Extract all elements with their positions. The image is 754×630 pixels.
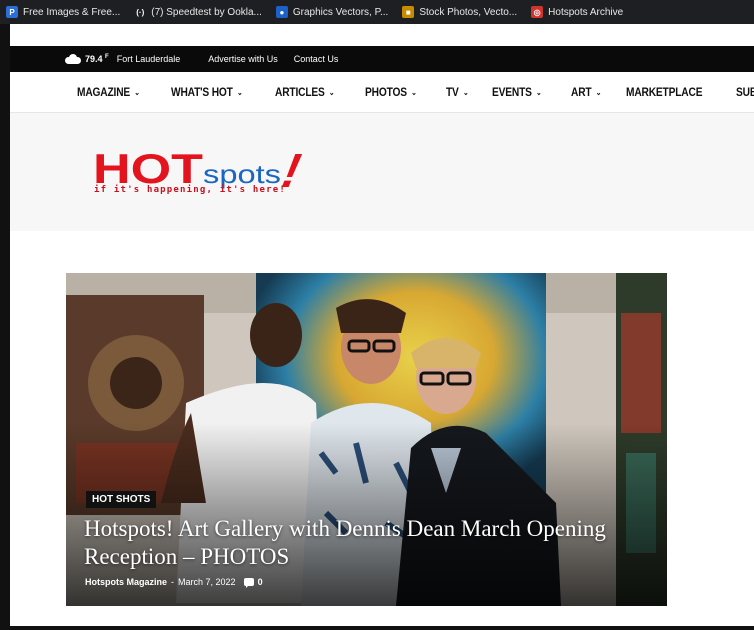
article-headline[interactable]: Hotspots! Art Gallery with Dennis Dean M… bbox=[84, 515, 644, 571]
site-top-bar: 79.4 F Fort Lauderdale Advertise with Us… bbox=[10, 46, 754, 72]
bookmarks-bar: P Free Images & Free... (·) (7) Speedtest b… bbox=[0, 0, 754, 24]
hotspots-logo[interactable]: HOT spots ! bbox=[93, 145, 353, 205]
bookmark-label: (7) Speedtest by Ookla... bbox=[151, 6, 262, 18]
nav-item-label: SUBSCRIBE bbox=[735, 85, 754, 99]
nav-item-articles[interactable]: ARTICLES ⌄ bbox=[275, 85, 335, 99]
comment-icon bbox=[243, 578, 254, 588]
nav-item-photos[interactable]: PHOTOS ⌄ bbox=[365, 85, 417, 99]
comment-count[interactable]: 0 bbox=[258, 577, 263, 587]
shutterstock-icon: ■ bbox=[402, 6, 415, 18]
chevron-down-icon: ⌄ bbox=[462, 87, 469, 97]
nav-item-label: MAGAZINE bbox=[77, 85, 131, 99]
featured-article[interactable]: HOT SHOTS Hotspots! Art Gallery with Den… bbox=[66, 273, 667, 606]
window-frame-left bbox=[0, 0, 10, 630]
cloud-icon bbox=[65, 54, 81, 64]
bookmark-item[interactable]: P Free Images & Free... bbox=[6, 6, 120, 18]
meta-separator: - bbox=[171, 577, 175, 587]
article-date: March 7, 2022 bbox=[178, 577, 236, 587]
chevron-down-icon: ⌄ bbox=[536, 87, 542, 97]
bookmark-item[interactable]: ◎ Hotspots Archive bbox=[531, 6, 623, 18]
category-badge[interactable]: HOT SHOTS bbox=[86, 491, 157, 508]
nav-item-art[interactable]: ART ⌄ bbox=[571, 85, 601, 99]
nav-item-label: WHAT'S HOT bbox=[170, 85, 233, 99]
chevron-down-icon: ⌄ bbox=[595, 87, 601, 97]
nav-item-label: ART bbox=[570, 85, 592, 99]
pixabay-icon: P bbox=[6, 6, 18, 18]
bookmark-label: Graphics Vectors, P... bbox=[292, 6, 389, 18]
article-author[interactable]: Hotspots Magazine bbox=[85, 577, 167, 587]
article-meta: Hotspots Magazine - March 7, 2022 0 bbox=[85, 577, 263, 588]
speedtest-icon: (·) bbox=[134, 6, 147, 18]
chevron-down-icon: ⌄ bbox=[328, 87, 335, 97]
weather-city: Fort Lauderdale bbox=[116, 54, 181, 64]
chevron-down-icon: ⌄ bbox=[134, 87, 140, 97]
bookmark-label: Free Images & Free... bbox=[23, 6, 121, 18]
window-frame-bottom bbox=[0, 626, 754, 630]
logo-tagline: if it's happening, it's here! bbox=[94, 185, 286, 195]
nav-item-subscribe[interactable]: SUBSCRIBE bbox=[736, 85, 754, 99]
chevron-down-icon: ⌄ bbox=[236, 87, 243, 97]
freepik-icon: ● bbox=[275, 6, 288, 18]
nav-item-marketplace[interactable]: MARKETPLACE bbox=[626, 85, 703, 99]
bookmark-item[interactable]: ● Graphics Vectors, P... bbox=[275, 6, 389, 18]
nav-item-events[interactable]: EVENTS ⌄ bbox=[492, 85, 542, 99]
bookmark-label: Hotspots Archive bbox=[548, 6, 624, 18]
chevron-down-icon: ⌄ bbox=[411, 87, 417, 97]
nav-item-what-s-hot[interactable]: WHAT'S HOT ⌄ bbox=[171, 85, 243, 99]
bookmark-item[interactable]: ■ Stock Photos, Vecto... bbox=[402, 6, 517, 18]
contact-link[interactable]: Contact Us bbox=[294, 54, 339, 64]
nav-item-label: EVENTS bbox=[492, 85, 533, 99]
nav-item-label: TV bbox=[445, 85, 459, 99]
hotspots-icon: ◎ bbox=[531, 6, 544, 18]
nav-item-label: ARTICLES bbox=[275, 85, 325, 99]
temperature: 79.4 F bbox=[85, 54, 109, 64]
nav-item-tv[interactable]: TV ⌄ bbox=[445, 85, 469, 99]
bookmark-item[interactable]: (·) (7) Speedtest by Ookla... bbox=[134, 6, 262, 18]
bookmark-label: Stock Photos, Vecto... bbox=[419, 6, 518, 18]
nav-item-label: MARKETPLACE bbox=[626, 85, 703, 99]
nav-item-magazine[interactable]: MAGAZINE ⌄ bbox=[77, 85, 140, 99]
main-navigation: MAGAZINE ⌄ WHAT'S HOT ⌄ ARTICLES ⌄ PHOTOS ⌄ TV ⌄ E… bbox=[10, 72, 754, 113]
browser-content-top bbox=[10, 24, 754, 46]
nav-item-label: PHOTOS bbox=[364, 85, 407, 99]
site-header: HOT spots ! if it's happening, it's here… bbox=[10, 113, 754, 231]
weather-widget: 79.4 F Fort Lauderdale bbox=[65, 54, 180, 64]
advertise-link[interactable]: Advertise with Us bbox=[208, 54, 278, 64]
